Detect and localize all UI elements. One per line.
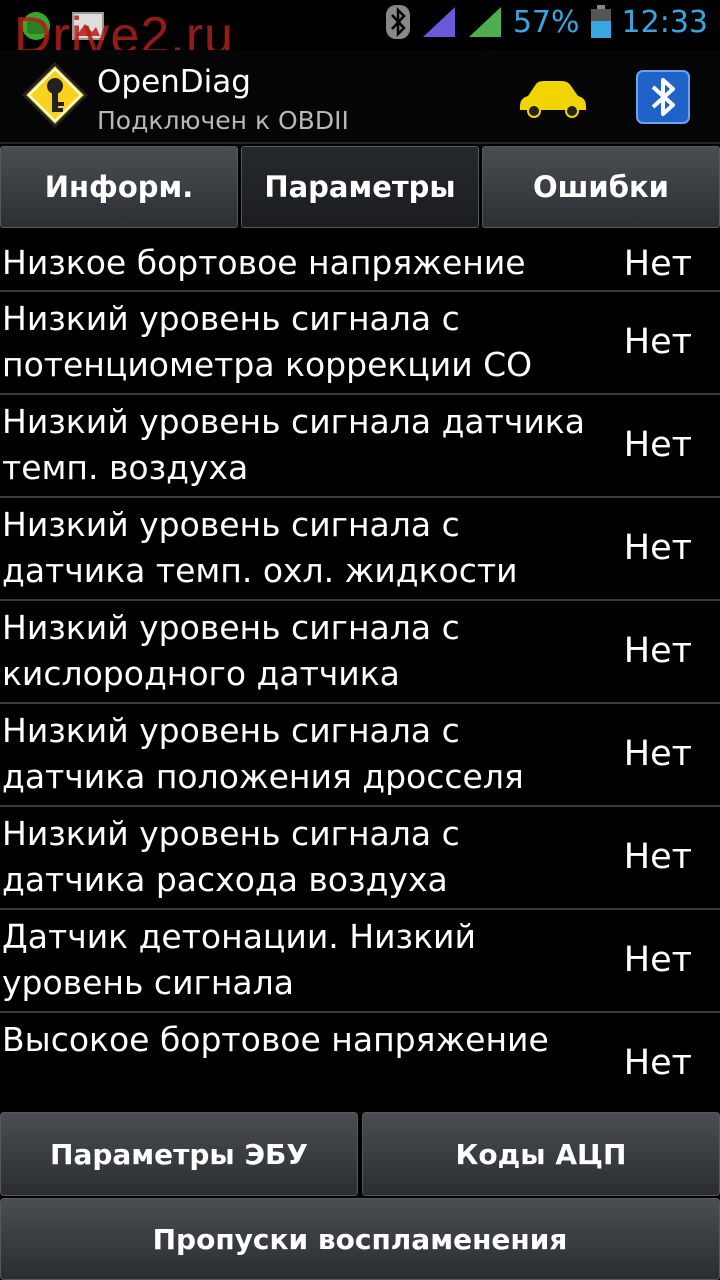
list-item-value: Нет [623, 1043, 692, 1083]
list-item[interactable]: Низкий уровень сигнала с датчика расхода… [0, 807, 720, 910]
ecu-params-button[interactable]: Параметры ЭБУ [0, 1112, 358, 1196]
list-item[interactable]: Высокое бортовое напряжение Нет [0, 1013, 720, 1104]
battery-icon [590, 5, 611, 38]
signal-icon [468, 7, 501, 37]
list-item-label: Высокое бортовое напряжение [2, 1020, 549, 1059]
list-item-label: Низкий уровень сигнала с датчика темп. о… [2, 505, 518, 590]
list-item-label: Низкий уровень сигнала с датчика положен… [2, 711, 524, 796]
bluetooth-elm-icon[interactable] [636, 70, 690, 124]
list-item-value: Нет [623, 244, 692, 284]
tab-info[interactable]: Информ. [0, 146, 238, 228]
misfires-button[interactable]: Пропуски воспламенения [0, 1198, 720, 1280]
action-bar: OpenDiag Подключен к OBDII [0, 50, 720, 144]
list-item[interactable]: Низкий уровень сигнала с датчика положен… [0, 704, 720, 807]
list-item-label: Низкое бортовое напряжение [2, 243, 526, 282]
list-item-value: Нет [623, 734, 692, 774]
status-bar: Drive2.ru 57% 12:33 [0, 0, 720, 65]
error-flags-list[interactable]: Низкое бортовое напряжение Нет Низкий ур… [0, 234, 720, 1104]
list-item-value: Нет [623, 631, 692, 671]
app-title: OpenDiag [97, 64, 251, 100]
bluetooth-icon [385, 5, 410, 39]
list-item-value: Нет [623, 322, 692, 362]
list-item-label: Датчик детонации. Низкий уровень сигнала [2, 917, 476, 1002]
list-item[interactable]: Низкий уровень сигнала датчика темп. воз… [0, 395, 720, 498]
battery-percent: 57% [512, 4, 580, 40]
app-key-icon[interactable] [22, 62, 88, 128]
screen: Drive2.ru 57% 12:33 OpenDiag Подключен к… [0, 0, 720, 1280]
list-item-value: Нет [623, 528, 692, 568]
list-item-label: Низкий уровень сигнала датчика темп. воз… [2, 402, 585, 487]
tab-errors[interactable]: Ошибки [482, 146, 720, 228]
tab-parameters[interactable]: Параметры [241, 146, 479, 228]
list-item[interactable]: Низкий уровень сигнала с датчика темп. о… [0, 498, 720, 601]
list-item-label: Низкий уровень сигнала с кислородного да… [2, 608, 460, 693]
adc-codes-button[interactable]: Коды АЦП [362, 1112, 720, 1196]
list-item-value: Нет [623, 425, 692, 465]
list-item-value: Нет [623, 837, 692, 877]
list-item[interactable]: Датчик детонации. Низкий уровень сигнала… [0, 910, 720, 1013]
tab-bar: Информ. Параметры Ошибки [0, 146, 720, 232]
connection-status: Подключен к OBDII [97, 106, 349, 135]
status-right-icons: 57% 12:33 [385, 4, 708, 40]
list-item[interactable]: Низкий уровень сигнала с кислородного да… [0, 601, 720, 704]
list-item-label: Низкий уровень сигнала с потенциометра к… [2, 299, 533, 384]
list-item[interactable]: Низкий уровень сигнала с потенциометра к… [0, 292, 720, 395]
list-item-value: Нет [623, 940, 692, 980]
list-item-label: Низкий уровень сигнала с датчика расхода… [2, 814, 460, 899]
clock: 12:33 [621, 4, 708, 40]
car-icon[interactable] [516, 76, 588, 120]
list-item[interactable]: Низкое бортовое напряжение Нет [0, 234, 720, 292]
signal-icon [422, 7, 455, 37]
